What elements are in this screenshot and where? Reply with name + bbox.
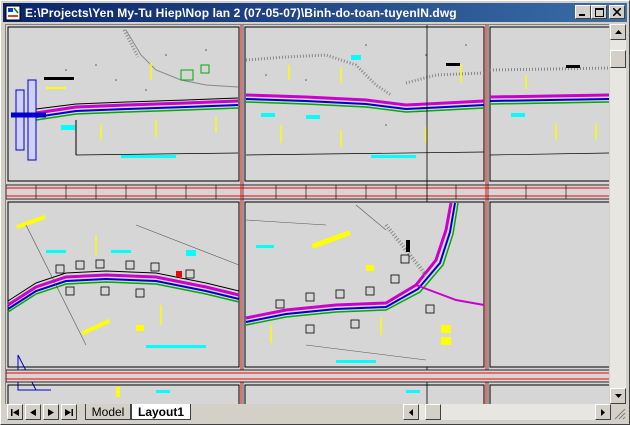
viewport-4[interactable]	[7, 201, 240, 391]
first-tab-icon	[11, 408, 19, 416]
title-block-strip	[6, 184, 609, 200]
viewport-3[interactable]	[489, 26, 609, 182]
vertical-scrollbar[interactable]	[610, 24, 626, 404]
scroll-left-button[interactable]	[403, 404, 419, 420]
horizontal-scrollbar[interactable]	[403, 404, 611, 420]
viewport-5[interactable]	[244, 201, 485, 368]
viewport-1[interactable]	[7, 26, 240, 182]
scroll-up-button[interactable]	[610, 24, 626, 40]
window-title: E:\Projects\Yen My-Tu Hiep\Nop lan 2 (07…	[25, 5, 457, 20]
tab-layout1[interactable]: Layout1	[131, 404, 191, 420]
close-icon	[613, 8, 621, 16]
app-window: E:\Projects\Yen My-Tu Hiep\Nop lan 2 (07…	[0, 0, 630, 425]
arrow-up-icon	[614, 30, 622, 34]
last-tab-button[interactable]	[61, 404, 77, 420]
minimize-button[interactable]	[575, 5, 591, 19]
close-button[interactable]	[609, 5, 625, 19]
minimize-icon	[579, 14, 585, 16]
first-tab-button[interactable]	[7, 404, 23, 420]
previous-tab-icon	[30, 408, 36, 416]
previous-tab-button[interactable]	[25, 404, 41, 420]
viewport-2[interactable]	[244, 26, 485, 182]
last-tab-icon	[65, 408, 73, 416]
autocad-drawing-icon[interactable]	[5, 5, 21, 21]
title-bar[interactable]: E:\Projects\Yen My-Tu Hiep\Nop lan 2 (07…	[3, 3, 627, 22]
next-tab-button[interactable]	[43, 404, 59, 420]
layout-tab-bar: Model Layout1	[5, 404, 626, 421]
arrow-down-icon	[614, 394, 622, 398]
vertical-scroll-thumb[interactable]	[610, 50, 626, 68]
drawing-canvas[interactable]	[5, 24, 609, 404]
drawing-layout[interactable]	[6, 25, 609, 404]
tab-layout1-label: Layout1	[138, 404, 185, 419]
arrow-left-icon	[409, 408, 413, 416]
horizontal-scroll-thumb[interactable]	[425, 404, 441, 420]
size-grip-icon[interactable]	[610, 404, 626, 420]
scroll-right-button[interactable]	[595, 404, 611, 420]
scroll-down-button[interactable]	[610, 388, 626, 404]
viewport-6[interactable]	[489, 201, 609, 368]
arrow-right-icon	[601, 408, 605, 416]
maximize-icon	[594, 7, 604, 17]
tab-model[interactable]: Model	[85, 404, 131, 420]
next-tab-icon	[48, 408, 54, 416]
tab-model-label: Model	[91, 404, 125, 419]
maximize-button[interactable]	[591, 5, 607, 19]
